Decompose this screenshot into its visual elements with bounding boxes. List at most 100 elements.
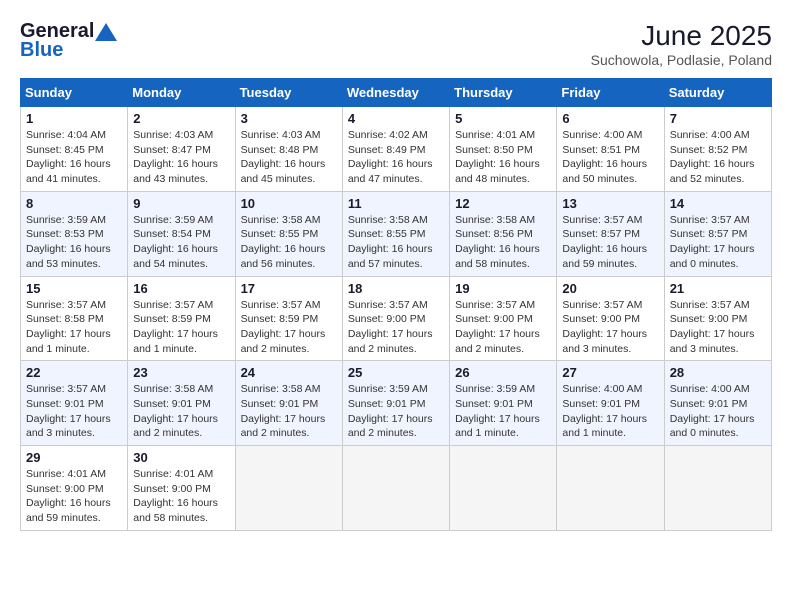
calendar-header-row: SundayMondayTuesdayWednesdayThursdayFrid… <box>21 79 772 107</box>
day-info: Sunrise: 3:57 AM Sunset: 9:00 PM Dayligh… <box>348 298 444 357</box>
day-cell: 15 Sunrise: 3:57 AM Sunset: 8:58 PM Dayli… <box>21 276 128 361</box>
week-row-1: 1 Sunrise: 4:04 AM Sunset: 8:45 PM Daylig… <box>21 107 772 192</box>
calendar: SundayMondayTuesdayWednesdayThursdayFrid… <box>20 78 772 531</box>
day-number: 8 <box>26 196 122 211</box>
col-header-thursday: Thursday <box>450 79 557 107</box>
title-block: June 2025 Suchowola, Podlasie, Poland <box>591 20 772 68</box>
day-number: 6 <box>562 111 658 126</box>
day-cell: 9Sunrise: 3:59 AM Sunset: 8:54 PM Daylig… <box>128 191 235 276</box>
day-info: Sunrise: 4:03 AM Sunset: 8:48 PM Dayligh… <box>241 128 337 187</box>
day-number: 10 <box>241 196 337 211</box>
day-number: 7 <box>670 111 766 126</box>
day-cell: 17 Sunrise: 3:57 AM Sunset: 8:59 PM Dayli… <box>235 276 342 361</box>
day-number: 18 <box>348 281 444 296</box>
day-number: 11 <box>348 196 444 211</box>
day-info: Sunrise: 4:01 AM Sunset: 8:50 PM Dayligh… <box>455 128 551 187</box>
day-cell: 14 Sunrise: 3:57 AM Sunset: 8:57 PM Dayli… <box>664 191 771 276</box>
day-info: Sunrise: 4:01 AM Sunset: 9:00 PM Dayligh… <box>133 467 229 526</box>
day-info: Sunrise: 3:57 AM Sunset: 8:58 PM Dayligh… <box>26 298 122 357</box>
day-cell: 29 Sunrise: 4:01 AM Sunset: 9:00 PM Dayli… <box>21 446 128 531</box>
day-cell: 26 Sunrise: 3:59 AM Sunset: 9:01 PM Dayli… <box>450 361 557 446</box>
day-info: Sunrise: 3:57 AM Sunset: 9:00 PM Dayligh… <box>670 298 766 357</box>
day-number: 22 <box>26 365 122 380</box>
day-info: Sunrise: 3:57 AM Sunset: 8:59 PM Dayligh… <box>241 298 337 357</box>
day-info: Sunrise: 3:57 AM Sunset: 8:57 PM Dayligh… <box>562 213 658 272</box>
day-cell: 6 Sunrise: 4:00 AM Sunset: 8:51 PM Daylig… <box>557 107 664 192</box>
day-number: 27 <box>562 365 658 380</box>
logo-icon <box>95 23 117 41</box>
day-number: 30 <box>133 450 229 465</box>
day-info: Sunrise: 3:57 AM Sunset: 8:59 PM Dayligh… <box>133 298 229 357</box>
day-cell: 10 Sunrise: 3:58 AM Sunset: 8:55 PM Dayli… <box>235 191 342 276</box>
day-info: Sunrise: 4:02 AM Sunset: 8:49 PM Dayligh… <box>348 128 444 187</box>
day-cell: 8Sunrise: 3:59 AM Sunset: 8:53 PM Daylig… <box>21 191 128 276</box>
day-cell: 18 Sunrise: 3:57 AM Sunset: 9:00 PM Dayli… <box>342 276 449 361</box>
day-cell <box>342 446 449 531</box>
page-header: General Blue June 2025 Suchowola, Podlas… <box>20 20 772 68</box>
day-number: 16 <box>133 281 229 296</box>
col-header-tuesday: Tuesday <box>235 79 342 107</box>
col-header-saturday: Saturday <box>664 79 771 107</box>
col-header-friday: Friday <box>557 79 664 107</box>
day-number: 29 <box>26 450 122 465</box>
week-row-2: 8Sunrise: 3:59 AM Sunset: 8:53 PM Daylig… <box>21 191 772 276</box>
day-number: 24 <box>241 365 337 380</box>
day-number: 14 <box>670 196 766 211</box>
day-number: 4 <box>348 111 444 126</box>
day-number: 5 <box>455 111 551 126</box>
day-info: Sunrise: 3:57 AM Sunset: 8:57 PM Dayligh… <box>670 213 766 272</box>
day-info: Sunrise: 3:59 AM Sunset: 9:01 PM Dayligh… <box>348 382 444 441</box>
day-number: 9 <box>133 196 229 211</box>
day-cell: 30 Sunrise: 4:01 AM Sunset: 9:00 PM Dayli… <box>128 446 235 531</box>
day-cell: 13Sunrise: 3:57 AM Sunset: 8:57 PM Dayli… <box>557 191 664 276</box>
day-cell: 28 Sunrise: 4:00 AM Sunset: 9:01 PM Dayli… <box>664 361 771 446</box>
day-number: 28 <box>670 365 766 380</box>
day-info: Sunrise: 3:58 AM Sunset: 8:55 PM Dayligh… <box>241 213 337 272</box>
day-cell: 24 Sunrise: 3:58 AM Sunset: 9:01 PM Dayli… <box>235 361 342 446</box>
day-number: 23 <box>133 365 229 380</box>
month-title: June 2025 <box>591 20 772 52</box>
col-header-sunday: Sunday <box>21 79 128 107</box>
day-cell: 23 Sunrise: 3:58 AM Sunset: 9:01 PM Dayli… <box>128 361 235 446</box>
location: Suchowola, Podlasie, Poland <box>591 52 772 68</box>
col-header-wednesday: Wednesday <box>342 79 449 107</box>
day-info: Sunrise: 4:00 AM Sunset: 9:01 PM Dayligh… <box>670 382 766 441</box>
day-cell: 27 Sunrise: 4:00 AM Sunset: 9:01 PM Dayli… <box>557 361 664 446</box>
day-info: Sunrise: 4:01 AM Sunset: 9:00 PM Dayligh… <box>26 467 122 526</box>
day-cell <box>664 446 771 531</box>
day-info: Sunrise: 4:00 AM Sunset: 8:51 PM Dayligh… <box>562 128 658 187</box>
day-info: Sunrise: 3:58 AM Sunset: 8:55 PM Dayligh… <box>348 213 444 272</box>
day-number: 12 <box>455 196 551 211</box>
day-info: Sunrise: 4:04 AM Sunset: 8:45 PM Dayligh… <box>26 128 122 187</box>
day-info: Sunrise: 3:57 AM Sunset: 9:01 PM Dayligh… <box>26 382 122 441</box>
day-cell: 20Sunrise: 3:57 AM Sunset: 9:00 PM Dayli… <box>557 276 664 361</box>
day-cell <box>557 446 664 531</box>
day-info: Sunrise: 4:00 AM Sunset: 8:52 PM Dayligh… <box>670 128 766 187</box>
day-info: Sunrise: 3:58 AM Sunset: 9:01 PM Dayligh… <box>133 382 229 441</box>
day-cell: 7 Sunrise: 4:00 AM Sunset: 8:52 PM Daylig… <box>664 107 771 192</box>
day-number: 1 <box>26 111 122 126</box>
day-cell <box>450 446 557 531</box>
day-cell: 11 Sunrise: 3:58 AM Sunset: 8:55 PM Dayli… <box>342 191 449 276</box>
day-number: 20 <box>562 281 658 296</box>
day-cell: 19 Sunrise: 3:57 AM Sunset: 9:00 PM Dayli… <box>450 276 557 361</box>
day-cell: 21 Sunrise: 3:57 AM Sunset: 9:00 PM Dayli… <box>664 276 771 361</box>
day-info: Sunrise: 4:00 AM Sunset: 9:01 PM Dayligh… <box>562 382 658 441</box>
day-info: Sunrise: 3:58 AM Sunset: 9:01 PM Dayligh… <box>241 382 337 441</box>
day-info: Sunrise: 3:57 AM Sunset: 9:00 PM Dayligh… <box>455 298 551 357</box>
logo: General Blue <box>20 20 118 62</box>
col-header-monday: Monday <box>128 79 235 107</box>
day-number: 15 <box>26 281 122 296</box>
day-info: Sunrise: 4:03 AM Sunset: 8:47 PM Dayligh… <box>133 128 229 187</box>
day-info: Sunrise: 3:58 AM Sunset: 8:56 PM Dayligh… <box>455 213 551 272</box>
day-cell: 3Sunrise: 4:03 AM Sunset: 8:48 PM Daylig… <box>235 107 342 192</box>
week-row-3: 15 Sunrise: 3:57 AM Sunset: 8:58 PM Dayli… <box>21 276 772 361</box>
day-cell: 1 Sunrise: 4:04 AM Sunset: 8:45 PM Daylig… <box>21 107 128 192</box>
day-number: 21 <box>670 281 766 296</box>
day-info: Sunrise: 3:59 AM Sunset: 9:01 PM Dayligh… <box>455 382 551 441</box>
day-number: 26 <box>455 365 551 380</box>
logo-blue: Blue <box>20 39 63 62</box>
day-number: 19 <box>455 281 551 296</box>
day-number: 17 <box>241 281 337 296</box>
day-cell <box>235 446 342 531</box>
